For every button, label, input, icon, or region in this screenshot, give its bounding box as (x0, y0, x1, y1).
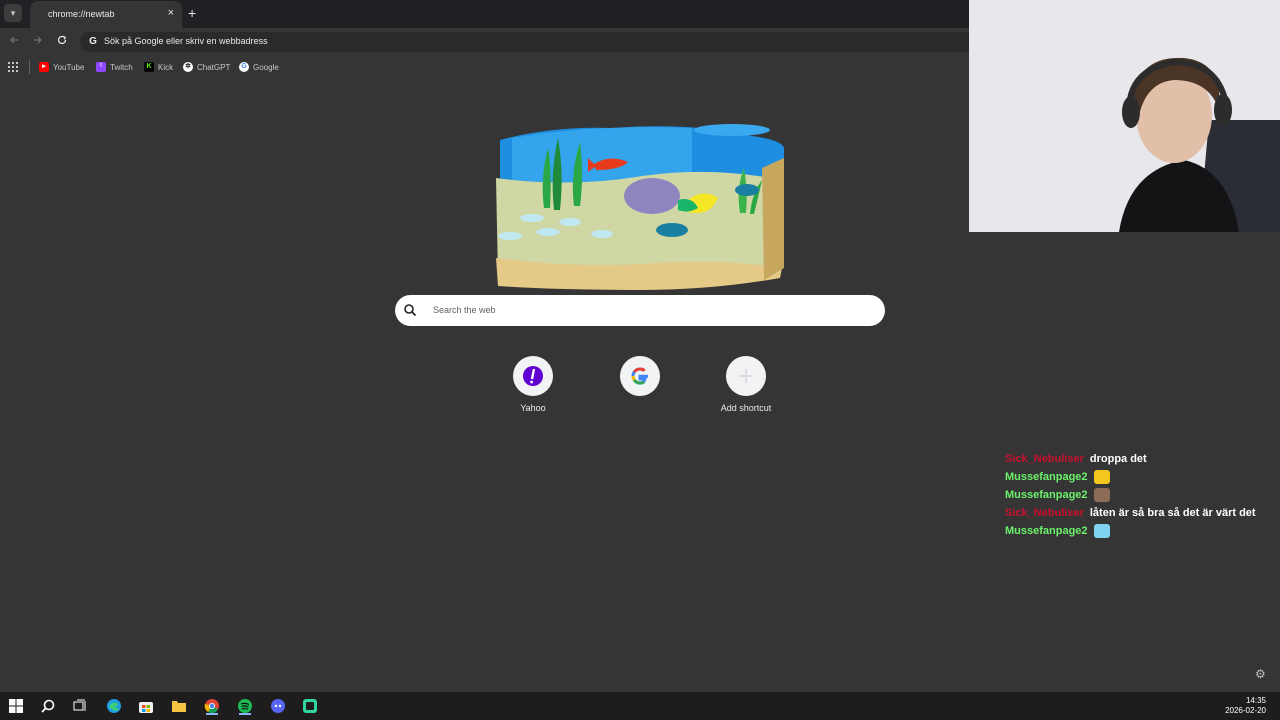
search-icon (41, 699, 55, 713)
chat-message: Mussefanpage2 (1005, 486, 1275, 504)
tab-newtab[interactable]: chrome://newtab × (30, 1, 182, 28)
bookmark-google[interactable]: G Google (239, 60, 279, 74)
taskbar-file-explorer[interactable] (170, 697, 188, 715)
bookmark-chatgpt[interactable]: ✲ ChatGPT (183, 60, 230, 74)
bookmark-label: ChatGPT (197, 62, 231, 72)
new-tab-button[interactable]: + (188, 5, 196, 21)
stream-chat: Sick_Nebuliser droppa det Mussefanpage2 … (1005, 450, 1275, 540)
bookmark-youtube[interactable]: ▸ YouTube (39, 60, 84, 74)
close-tab-icon[interactable]: × (168, 7, 174, 19)
folder-icon (172, 701, 186, 712)
aquarium-doodle[interactable] (492, 118, 788, 290)
system-clock[interactable]: 14:35 2026-02-20 (1225, 696, 1266, 716)
chat-username: Mussefanpage2 (1005, 471, 1088, 483)
shortcut-tile (513, 356, 553, 396)
chatgpt-icon: ✲ (183, 62, 193, 72)
active-indicator (206, 713, 218, 715)
taskbar-discord[interactable] (269, 697, 287, 715)
store-icon (139, 702, 153, 713)
back-button[interactable] (6, 34, 22, 50)
task-view-icon (73, 699, 86, 711)
green-app-icon (303, 699, 317, 713)
taskbar-app[interactable] (301, 697, 319, 715)
address-bar[interactable]: G Sök på Google eller skriv en webbadres… (80, 32, 969, 52)
spotify-icon (238, 699, 252, 713)
new-tab-page (0, 78, 969, 692)
chat-username: Sick_Nebuliser (1005, 453, 1084, 465)
yahoo-icon (523, 366, 543, 386)
chat-text: låten är så bra så det är värt det (1089, 507, 1256, 519)
google-icon: G (89, 36, 97, 47)
apps-icon[interactable] (8, 62, 18, 72)
taskbar-edge[interactable] (105, 697, 123, 715)
discord-icon (271, 699, 285, 713)
chat-text: droppa det (1089, 453, 1147, 465)
clock-time: 14:35 (1245, 696, 1266, 705)
tab-search-button[interactable]: ▾ (4, 4, 22, 22)
chat-message: Mussefanpage2 (1005, 522, 1275, 540)
bookmarks-divider (29, 60, 30, 74)
add-shortcut-button[interactable]: Add shortcut (706, 356, 786, 416)
windows-icon (9, 699, 23, 713)
google-icon (631, 367, 648, 385)
search-placeholder: Search the web (433, 305, 496, 315)
toolbar: G Sök på Google eller skriv en webbadres… (0, 28, 969, 56)
taskbar: 14:35 2026-02-20 (0, 692, 1280, 720)
forward-button[interactable] (30, 34, 46, 50)
chat-username: Sick_Nebuliser (1005, 507, 1084, 519)
gear-icon[interactable]: ⚙ (1255, 667, 1266, 681)
bookmark-twitch[interactable]: ᵗ Twitch (96, 60, 133, 74)
tab-strip: ▾ chrome://newtab × + (0, 0, 969, 28)
youtube-icon: ▸ (39, 62, 49, 72)
chat-username: Mussefanpage2 (1005, 489, 1088, 501)
arrow-left-icon (10, 36, 18, 44)
streamer-webcam-image (969, 0, 1280, 232)
kick-icon: K (144, 62, 154, 72)
yellow-face-emote (1093, 470, 1110, 484)
google-icon: G (239, 62, 249, 72)
chat-message: Sick_Nebuliser droppa det (1005, 450, 1275, 468)
bookmark-label: Twitch (110, 62, 133, 72)
taskbar-chrome[interactable] (203, 697, 221, 715)
search-icon (404, 304, 417, 317)
shortcut-google[interactable] (600, 356, 680, 416)
shortcut-label: Yahoo (520, 403, 546, 413)
search-box[interactable]: Search the web (395, 295, 885, 326)
chat-username: Mussefanpage2 (1005, 525, 1088, 537)
shortcut-yahoo[interactable]: Yahoo (493, 356, 573, 416)
taskbar-store[interactable] (137, 697, 155, 715)
bookmark-label: YouTube (53, 62, 85, 72)
bookmark-label: Google (253, 62, 279, 72)
chrome-icon (204, 699, 219, 714)
bookmark-label: Kick (158, 62, 174, 72)
clock-date: 2026-02-20 (1225, 706, 1266, 715)
reload-button[interactable] (54, 34, 70, 50)
reload-icon (57, 35, 67, 45)
address-bar-text: Sök på Google eller skriv en webbadress (104, 36, 268, 46)
bookmark-kick[interactable]: K Kick (144, 60, 173, 74)
webcam-overlay (969, 0, 1280, 232)
bookmarks-bar: ▸ YouTube ᵗ Twitch K Kick ✲ ChatGPT G Go… (0, 56, 969, 78)
start-button[interactable] (7, 697, 25, 715)
shortcut-tile (726, 356, 766, 396)
arrow-right-icon (34, 36, 42, 44)
cyan-emote (1093, 524, 1110, 538)
plus-icon (739, 369, 753, 383)
shortcut-tile (620, 356, 660, 396)
twitch-icon: ᵗ (96, 62, 106, 72)
chevron-down-icon: ▾ (10, 8, 16, 18)
person-emote (1093, 488, 1110, 502)
tab-title: chrome://newtab (48, 9, 115, 19)
chat-message: Mussefanpage2 (1005, 468, 1275, 486)
chat-message: Sick_Nebuliser låten är så bra så det är… (1005, 504, 1275, 522)
screen: ▾ chrome://newtab × + G Sök på Google el… (0, 0, 1280, 720)
active-indicator (239, 713, 251, 715)
taskbar-search-button[interactable] (39, 697, 57, 715)
shortcut-label: Add shortcut (720, 403, 772, 413)
taskbar-spotify[interactable] (236, 697, 254, 715)
task-view-button[interactable] (71, 697, 89, 715)
edge-icon (107, 699, 121, 713)
